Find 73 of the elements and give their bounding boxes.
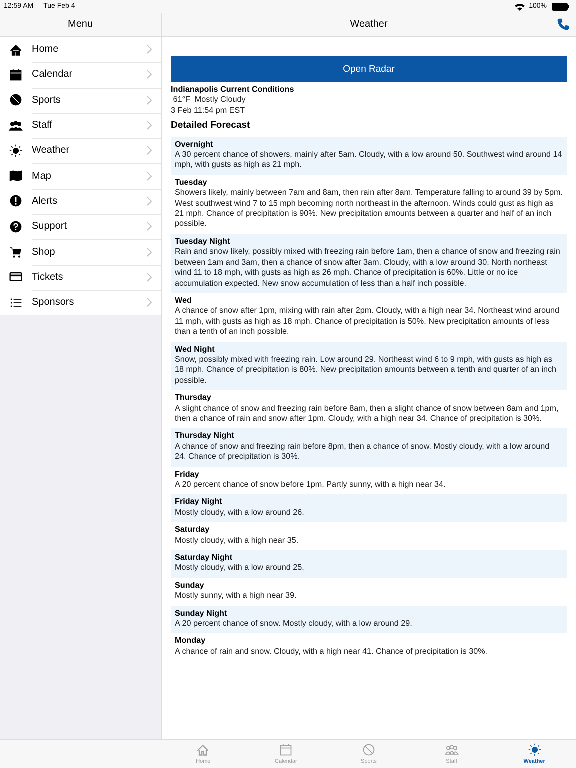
chevron-icon bbox=[147, 172, 152, 181]
chevron-icon bbox=[147, 272, 152, 282]
open-radar-button[interactable]: Open Radar bbox=[171, 56, 567, 82]
sun-icon bbox=[9, 144, 23, 158]
menu-item[interactable]: Sponsors bbox=[0, 290, 161, 316]
forecast-text: A chance of snow and freezing rain before 8pm, then a chance of snow. Mostly cloudy, with a low around 24. Chance of precipitation is 30%. bbox=[175, 442, 551, 463]
home-icon bbox=[9, 42, 23, 57]
chevron-icon bbox=[147, 196, 152, 206]
forecast-period: Thursday bbox=[175, 393, 212, 404]
forecast-period: Sunday Night bbox=[175, 608, 228, 620]
forecast-period: Tuesday bbox=[175, 178, 208, 188]
forecast-period: Friday Night bbox=[175, 497, 224, 508]
forecast-text: Rain and snow likely, possibly mixed with freezing rain before 1am, then a chance of snow and freezing rain between 1am and 3am, then a chance of snow after 3am. Cloudy, with a low around 30. North northeast wind 11 to 18 mph, with gusts as high as 26 mph. Chance of precipitation is 60%. Little or no ice accumulation expected. New snow accumulation of less than a half inch possible. bbox=[175, 247, 562, 289]
conditions-summary: 61°F Mostly Cloudy bbox=[172, 95, 247, 106]
forecast-text: A 30 percent chance of showers, mainly after 5am. Cloudy, with a low around 50. Southwest wind around 14 mph, with gusts as high as 21 mph. bbox=[175, 150, 563, 171]
menu-item[interactable]: Map bbox=[0, 163, 161, 189]
forecast-text: A 20 percent chance of snow. Mostly cloudy, with a low around 29. bbox=[175, 619, 414, 630]
section-heading: Detailed Forecast bbox=[171, 121, 252, 132]
menu-item[interactable]: Alerts bbox=[0, 188, 161, 214]
forecast-period: Wed Night bbox=[175, 344, 216, 355]
menu-item[interactable]: Tickets bbox=[0, 264, 161, 290]
forecast-period: Wed bbox=[175, 296, 193, 306]
forecast-period: Overnight bbox=[175, 140, 214, 150]
forecast-period: Sunday bbox=[175, 580, 206, 592]
chevron-icon bbox=[147, 96, 152, 105]
menu-item[interactable]: Support bbox=[0, 214, 161, 240]
calendar-icon bbox=[9, 68, 23, 82]
forecast-period: Monday bbox=[175, 636, 207, 647]
forecast-text: Mostly cloudy, with a high near 35. bbox=[175, 536, 300, 546]
forecast-text: Snow, possibly mixed with freezing rain. Low around 29. Northeast wind 6 to 9 mph, with gusts as high as 18 mph. Chance of precipitation is 80%. New precipitation amounts between a tenth and quarter of an inch possible. bbox=[175, 354, 558, 386]
card-icon bbox=[9, 270, 23, 284]
phone-icon[interactable] bbox=[557, 18, 570, 31]
conditions-title: Indianapolis Current Conditions bbox=[171, 85, 296, 96]
forecast-text: Mostly sunny, with a high near 39. bbox=[175, 591, 298, 602]
forecast-text: A chance of snow after 1pm, mixing with rain after 2pm. Cloudy, with a high near 34. Northeast wind around 11 mph, with gusts as high as 18 mph. Chance of precipitation is 50%. New precipitation amounts of less than a tenth of an inch possible. bbox=[175, 306, 561, 338]
conditions-updated: 3 Feb 11:54 pm EST bbox=[171, 106, 246, 116]
chevron-icon bbox=[147, 222, 152, 232]
forecast-text: A slight chance of snow and freezing rain before 8am, then a slight chance of snow between 8am and 1pm, then a chance of rain and snow after 1pm. Cloudy, with a high near 34. Chance of precipitation is 30%. bbox=[175, 404, 560, 424]
cart-icon bbox=[9, 245, 23, 260]
alert-icon bbox=[9, 194, 23, 208]
forecast-period: Thursday Night bbox=[175, 431, 236, 442]
forecast-text: Mostly cloudy, with a low around 26. bbox=[175, 508, 306, 518]
forecast-period: Saturday bbox=[175, 525, 211, 536]
people-icon bbox=[9, 118, 23, 133]
page-title: Weather bbox=[350, 19, 388, 30]
chevron-icon bbox=[147, 298, 152, 308]
chevron-icon bbox=[147, 121, 152, 130]
wifi-icon bbox=[515, 2, 526, 10]
chevron-icon bbox=[147, 248, 152, 257]
battery-icon bbox=[552, 2, 570, 10]
chevron-icon bbox=[147, 45, 152, 54]
forecast-text: Mostly cloudy, with a low around 25. bbox=[175, 563, 306, 574]
chevron-icon bbox=[147, 146, 152, 156]
sun-icon bbox=[528, 743, 542, 757]
home-icon bbox=[196, 743, 210, 757]
forecast-text: Showers likely, mainly between 7am and 8am, then rain after 8am. Temperature falling to around 39 by 5pm. West southwest wind 7 to 15 mph becoming north northeast in the afternoon. Winds could gust as high as 21 mph. Chance of precipitation is 90%. New precipitation amounts between a quarter and half of an inch possible. bbox=[175, 188, 563, 230]
menu-item[interactable]: Calendar bbox=[0, 62, 161, 88]
menu-item[interactable]: Shop bbox=[0, 239, 161, 265]
menu-item[interactable]: Home bbox=[0, 37, 161, 62]
calendar-icon bbox=[279, 743, 294, 757]
map-icon bbox=[9, 169, 23, 184]
forecast-period: Friday bbox=[175, 470, 200, 480]
question-icon bbox=[9, 220, 23, 234]
forecast-text: A chance of rain and snow. Cloudy, with a high near 41. Chance of precipitation is 30%. bbox=[175, 646, 489, 658]
menu-item[interactable]: Sports bbox=[0, 88, 161, 113]
forecast-text: A 20 percent chance of snow before 1pm. Partly sunny, with a high near 34. bbox=[175, 480, 447, 490]
chevron-icon bbox=[147, 70, 152, 80]
menu-item[interactable]: Weather bbox=[0, 138, 161, 164]
menu-title: Menu bbox=[68, 19, 93, 30]
forecast-period: Tuesday Night bbox=[175, 236, 232, 248]
menu-item[interactable]: Staff bbox=[0, 112, 161, 138]
forecast-period: Saturday Night bbox=[175, 553, 234, 564]
people-icon bbox=[444, 743, 459, 757]
